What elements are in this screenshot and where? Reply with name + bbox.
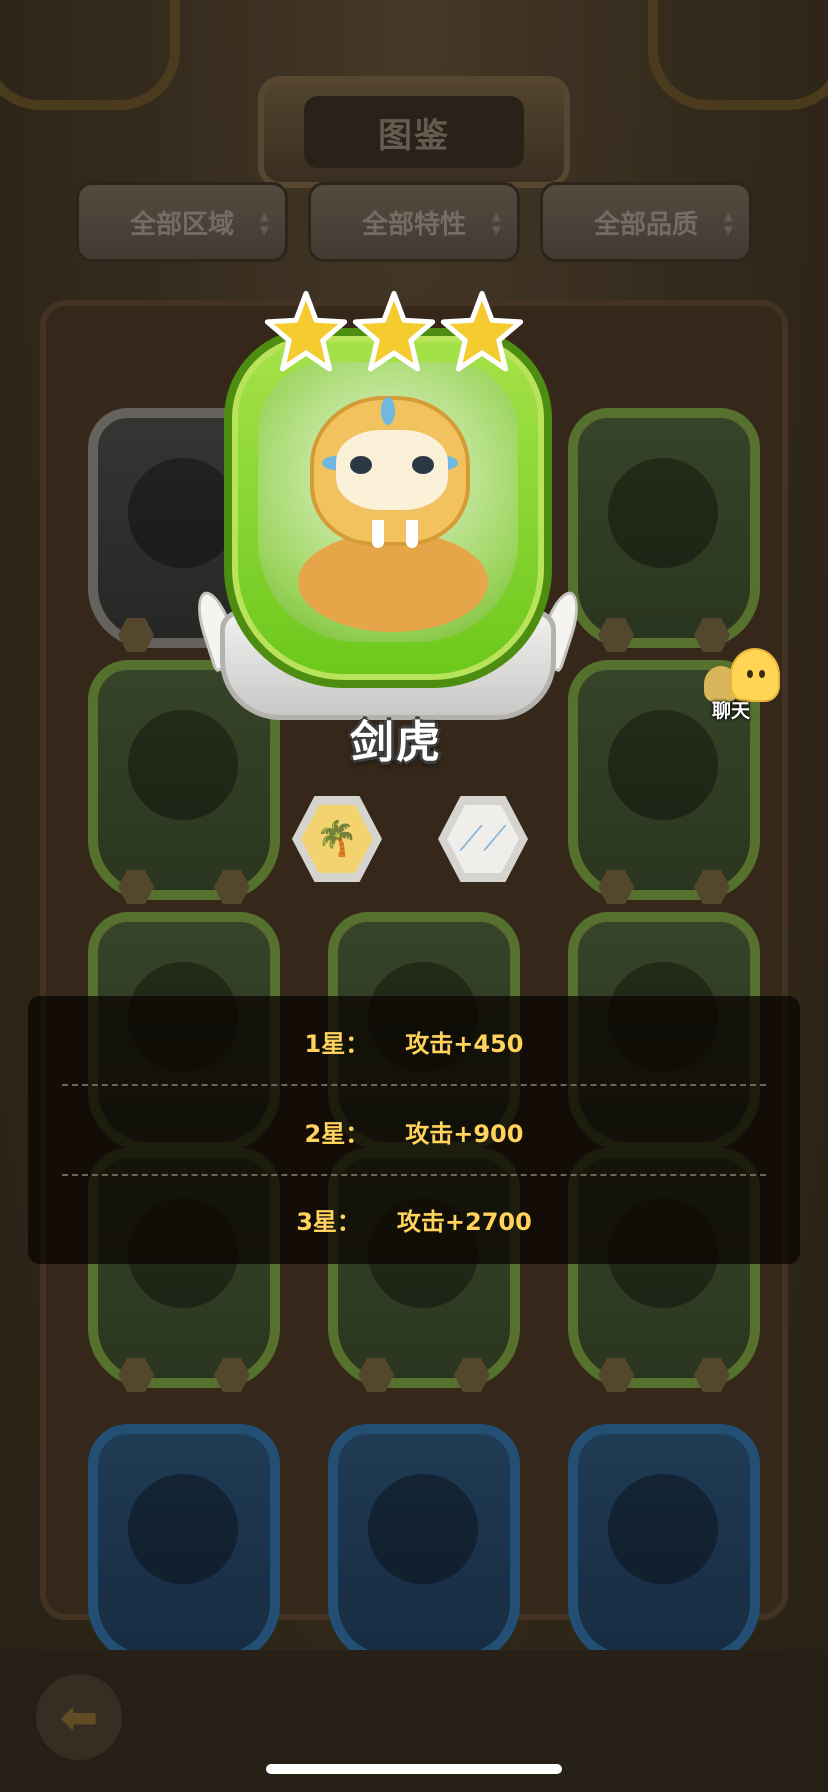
claw-icon: ⟋⟋ (447, 805, 519, 873)
bonus-row-2star: 2星： 攻击+900 (28, 1086, 800, 1176)
beast-name: 剑虎 (350, 717, 442, 768)
bonus-level: 2星： (304, 1119, 370, 1148)
palm-island-icon: 🌴 (301, 805, 373, 873)
star-bonus-panel: 1星： 攻击+450 2星： 攻击+900 3星： 攻击+2700 (28, 996, 800, 1264)
bonus-value: 攻击+2700 (396, 1207, 532, 1236)
star-icon (264, 290, 348, 374)
chat-label: 聊天 (712, 700, 751, 722)
star-icon (440, 290, 524, 374)
sabertooth-body (298, 532, 488, 632)
home-indicator[interactable] (266, 1764, 562, 1774)
bonus-level: 1星： (304, 1029, 370, 1058)
bonus-level: 3星： (296, 1207, 361, 1236)
bonus-row-1star: 1星： 攻击+450 (28, 996, 800, 1086)
star-icon (352, 290, 436, 374)
bonus-value: 攻击+900 (405, 1119, 524, 1148)
green-quality-frame (224, 328, 552, 688)
chat-ghost-icon (730, 648, 780, 702)
featured-beast-card (190, 310, 586, 750)
modal-dim-overlay[interactable] (0, 0, 828, 1792)
sabertooth-head (310, 396, 470, 548)
bonus-value: 攻击+450 (405, 1029, 524, 1058)
bonus-row-3star: 3星： 攻击+2700 (28, 1174, 800, 1264)
chat-button[interactable]: 聊天 (700, 648, 784, 728)
beast-portrait (258, 362, 518, 642)
